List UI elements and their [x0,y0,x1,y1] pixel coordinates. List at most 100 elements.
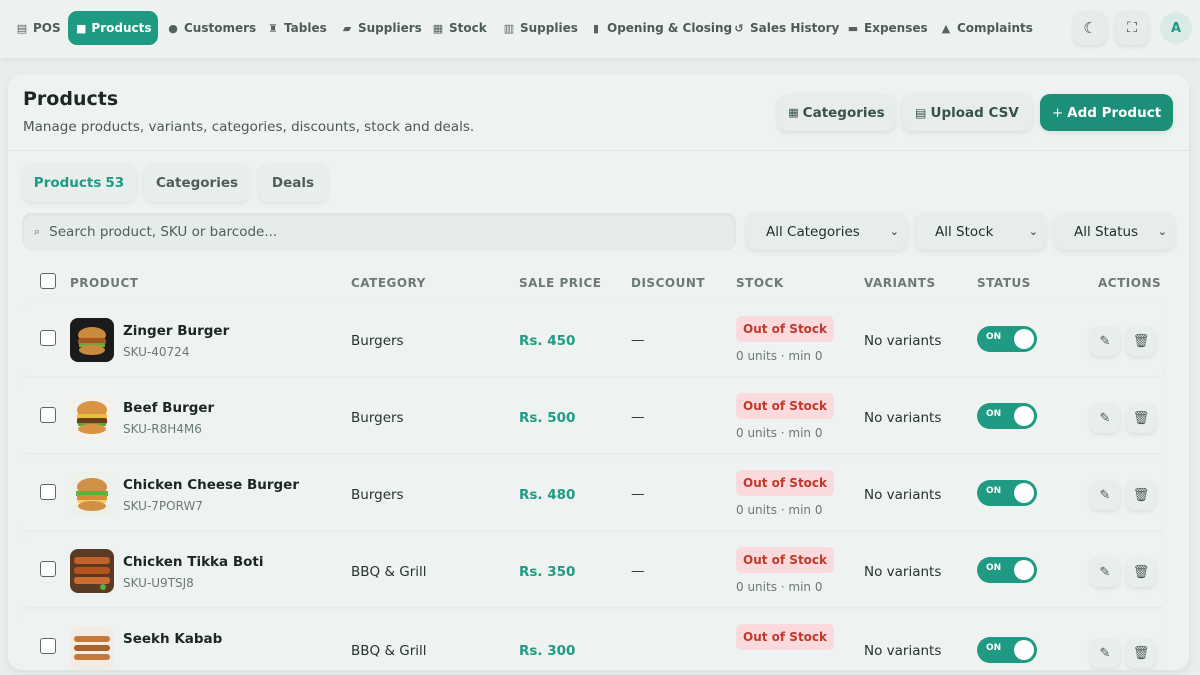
pencil-icon: ✎ [1099,410,1111,426]
toggle-knob [1014,483,1034,503]
stock-units: 0 units · min 0 [736,426,823,440]
row-checkbox[interactable] [40,638,56,654]
csv-file-icon: ▤ [915,105,927,120]
column-header[interactable]: STOCK [736,276,784,290]
column-header[interactable]: STATUS [977,276,1031,290]
table-row[interactable]: Zinger Burger SKU-40724 Burgers Rs. 450 … [22,304,1165,376]
product-price: Rs. 350 [519,564,576,580]
nav-item-expenses[interactable]: ▬ Expenses [839,11,936,45]
product-price: Rs. 500 [519,410,576,426]
stock-status-badge: Out of Stock [736,393,835,419]
product-variants: No variants [864,333,942,349]
select-value: All Status [1074,223,1139,240]
stock-units: 0 units · min 0 [736,503,823,517]
product-name[interactable]: Chicken Cheese Burger [123,477,299,493]
toggle-knob [1014,406,1034,426]
product-price: Rs. 300 [519,643,576,659]
stock-status-badge: Out of Stock [736,316,835,342]
product-name[interactable]: Chicken Tikka Boti [123,554,263,570]
status-toggle[interactable]: ON [977,326,1037,352]
categories-button-label: Categories [802,104,885,121]
moon-icon: ☾ [1083,19,1097,37]
column-header[interactable]: PRODUCT [70,276,138,290]
tab-label: Deals [271,174,315,191]
edit-button[interactable]: ✎ [1090,403,1120,433]
row-checkbox[interactable] [40,484,56,500]
add-product-button[interactable]: + Add Product [1040,94,1173,131]
search-bar[interactable]: ⌕ [22,213,736,250]
status-toggle[interactable]: ON [977,557,1037,583]
delete-button[interactable]: 🗑 [1126,638,1156,668]
fullscreen-button[interactable]: ⛶ [1115,11,1149,45]
pencil-icon: ✎ [1099,564,1111,580]
status-toggle[interactable]: ON [977,403,1037,429]
row-checkbox[interactable] [40,561,56,577]
delete-button[interactable]: 🗑 [1126,557,1156,587]
tab-products[interactable]: Products 53 [22,163,136,202]
product-sku: SKU-U9TSJ8 [123,576,194,590]
trash-icon: 🗑 [1132,410,1150,426]
dark-mode-toggle[interactable]: ☾ [1073,11,1107,45]
users-icon: ● [168,21,178,35]
edit-button[interactable]: ✎ [1090,326,1120,356]
nav-item-complaints[interactable]: ▲ Complaints [932,11,1041,45]
product-discount: — [631,563,645,579]
product-category: Burgers [351,333,404,349]
plus-icon: + [1051,104,1064,121]
product-variants: No variants [864,643,942,659]
category-filter-select[interactable]: All Categories ⌄ [746,213,907,250]
table-row[interactable]: Chicken Tikka Boti SKU-U9TSJ8 BBQ & Gril… [22,535,1165,607]
product-name[interactable]: Beef Burger [123,400,214,416]
product-name[interactable]: Seekh Kabab [123,631,222,647]
table-row[interactable]: Beef Burger SKU-R8H4M6 Burgers Rs. 500 —… [22,381,1165,453]
nav-item-supplies[interactable]: ▥ Supplies [495,11,586,45]
edit-button[interactable]: ✎ [1090,480,1120,510]
status-toggle[interactable]: ON [977,480,1037,506]
tab-categories[interactable]: Categories [144,163,250,202]
tab-deals[interactable]: Deals [258,163,328,202]
status-toggle[interactable]: ON [977,637,1037,663]
upload-csv-button[interactable]: ▤ Upload CSV [902,94,1032,131]
nav-item-customers[interactable]: ● Customers [159,11,264,45]
toggle-label: ON [986,563,1002,573]
row-checkbox[interactable] [40,407,56,423]
box-icon: ■ [76,21,87,35]
delete-button[interactable]: 🗑 [1126,326,1156,356]
table-row[interactable]: Chicken Cheese Burger SKU-7PORW7 Burgers… [22,458,1165,530]
column-header[interactable]: CATEGORY [351,276,426,290]
row-checkbox[interactable] [40,330,56,346]
column-header[interactable]: ACTIONS [1098,276,1161,290]
search-input[interactable] [49,223,710,240]
chevron-down-icon: ⌄ [889,225,899,238]
product-category: Burgers [351,487,404,503]
delete-button[interactable]: 🗑 [1126,403,1156,433]
edit-button[interactable]: ✎ [1090,638,1120,668]
nav-item-tables[interactable]: ♜ Tables [259,11,335,45]
product-name[interactable]: Zinger Burger [123,323,229,339]
nav-item-pos[interactable]: ▤ POS [8,11,69,45]
nav-item-sales-history[interactable]: ↺ Sales History [725,11,847,45]
status-filter-select[interactable]: All Status ⌄ [1054,213,1175,250]
column-header[interactable]: VARIANTS [864,276,936,290]
toggle-knob [1014,560,1034,580]
nav-item-suppliers[interactable]: ▰ Suppliers [333,11,430,45]
wallet-icon: ▬ [847,21,859,35]
select-all-checkbox[interactable] [40,273,56,289]
column-header[interactable]: DISCOUNT [631,276,705,290]
warning-icon: ▲ [941,21,951,35]
nav-item-opening-closing[interactable]: ▮ Opening & Closing [582,11,740,45]
categories-button[interactable]: ▦ Categories [778,94,895,131]
nav-item-products[interactable]: ■ Products [68,11,158,45]
edit-button[interactable]: ✎ [1090,557,1120,587]
stock-units: 0 units · min 0 [736,349,823,363]
pencil-icon: ✎ [1099,645,1111,661]
products-panel: Products Manage products, variants, cate… [8,74,1189,670]
nav-item-label: Products [91,21,152,35]
nav-item-stock[interactable]: ▦ Stock [424,11,495,45]
column-header[interactable]: SALE PRICE [519,276,601,290]
stock-filter-select[interactable]: All Stock ⌄ [915,213,1046,250]
table-row[interactable]: Seekh Kabab BBQ & Grill Rs. 300 Out of S… [22,612,1165,670]
avatar[interactable]: A [1160,12,1192,44]
delete-button[interactable]: 🗑 [1126,480,1156,510]
product-category: Burgers [351,410,404,426]
